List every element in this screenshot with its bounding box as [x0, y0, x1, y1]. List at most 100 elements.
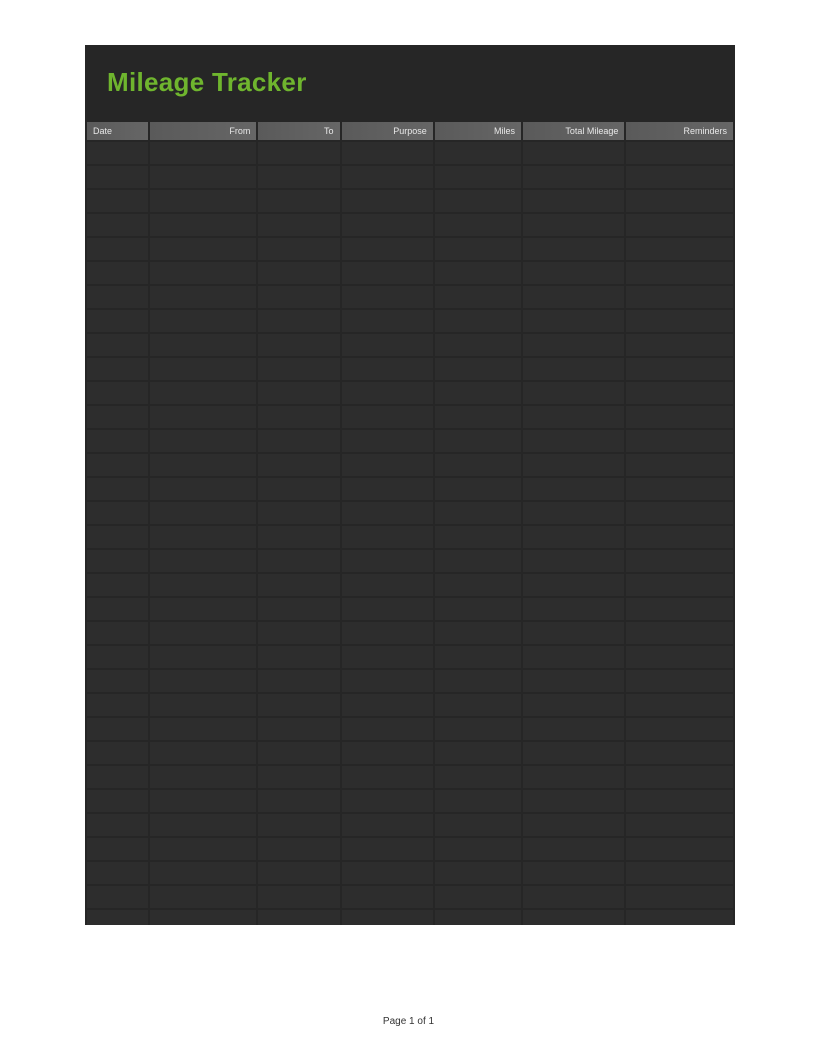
table-cell[interactable] — [342, 430, 433, 452]
table-cell[interactable] — [87, 310, 148, 332]
table-cell[interactable] — [258, 286, 339, 308]
table-cell[interactable] — [435, 310, 521, 332]
table-cell[interactable] — [523, 358, 624, 380]
table-cell[interactable] — [626, 382, 733, 404]
table-cell[interactable] — [150, 838, 257, 860]
table-cell[interactable] — [435, 334, 521, 356]
table-cell[interactable] — [258, 886, 339, 908]
table-cell[interactable] — [523, 190, 624, 212]
table-cell[interactable] — [626, 238, 733, 260]
table-cell[interactable] — [435, 910, 521, 925]
table-cell[interactable] — [523, 814, 624, 836]
table-cell[interactable] — [258, 526, 339, 548]
table-cell[interactable] — [523, 670, 624, 692]
table-cell[interactable] — [435, 718, 521, 740]
table-cell[interactable] — [626, 646, 733, 668]
table-cell[interactable] — [626, 166, 733, 188]
table-cell[interactable] — [150, 646, 257, 668]
table-cell[interactable] — [435, 502, 521, 524]
table-cell[interactable] — [626, 742, 733, 764]
table-cell[interactable] — [523, 502, 624, 524]
table-cell[interactable] — [150, 286, 257, 308]
table-cell[interactable] — [523, 214, 624, 236]
table-cell[interactable] — [626, 718, 733, 740]
table-cell[interactable] — [435, 550, 521, 572]
table-cell[interactable] — [523, 646, 624, 668]
table-cell[interactable] — [626, 598, 733, 620]
table-cell[interactable] — [150, 142, 257, 164]
table-cell[interactable] — [87, 910, 148, 925]
table-cell[interactable] — [523, 262, 624, 284]
table-cell[interactable] — [87, 694, 148, 716]
table-cell[interactable] — [626, 334, 733, 356]
table-cell[interactable] — [342, 334, 433, 356]
table-cell[interactable] — [342, 382, 433, 404]
table-cell[interactable] — [87, 334, 148, 356]
table-cell[interactable] — [150, 574, 257, 596]
table-cell[interactable] — [342, 790, 433, 812]
table-cell[interactable] — [523, 550, 624, 572]
table-cell[interactable] — [435, 670, 521, 692]
table-cell[interactable] — [87, 598, 148, 620]
table-cell[interactable] — [435, 262, 521, 284]
table-cell[interactable] — [342, 742, 433, 764]
table-cell[interactable] — [626, 910, 733, 925]
table-cell[interactable] — [435, 382, 521, 404]
table-cell[interactable] — [342, 502, 433, 524]
table-cell[interactable] — [150, 382, 257, 404]
table-cell[interactable] — [258, 574, 339, 596]
table-cell[interactable] — [435, 142, 521, 164]
table-cell[interactable] — [258, 742, 339, 764]
table-cell[interactable] — [87, 214, 148, 236]
table-cell[interactable] — [626, 214, 733, 236]
table-cell[interactable] — [626, 790, 733, 812]
table-cell[interactable] — [150, 718, 257, 740]
table-cell[interactable] — [342, 454, 433, 476]
table-cell[interactable] — [523, 238, 624, 260]
table-cell[interactable] — [342, 286, 433, 308]
table-cell[interactable] — [258, 310, 339, 332]
table-cell[interactable] — [150, 598, 257, 620]
table-cell[interactable] — [87, 646, 148, 668]
table-cell[interactable] — [523, 886, 624, 908]
table-cell[interactable] — [258, 814, 339, 836]
table-cell[interactable] — [258, 766, 339, 788]
table-cell[interactable] — [87, 622, 148, 644]
table-cell[interactable] — [258, 406, 339, 428]
column-header-from[interactable]: From — [150, 122, 257, 140]
table-cell[interactable] — [626, 358, 733, 380]
table-cell[interactable] — [523, 142, 624, 164]
table-cell[interactable] — [258, 166, 339, 188]
table-cell[interactable] — [523, 310, 624, 332]
table-cell[interactable] — [435, 646, 521, 668]
table-cell[interactable] — [435, 430, 521, 452]
table-cell[interactable] — [87, 718, 148, 740]
table-cell[interactable] — [626, 670, 733, 692]
table-cell[interactable] — [150, 238, 257, 260]
table-cell[interactable] — [435, 838, 521, 860]
table-cell[interactable] — [87, 574, 148, 596]
table-cell[interactable] — [150, 886, 257, 908]
table-cell[interactable] — [150, 310, 257, 332]
table-cell[interactable] — [435, 622, 521, 644]
table-cell[interactable] — [150, 334, 257, 356]
table-cell[interactable] — [342, 622, 433, 644]
table-cell[interactable] — [150, 454, 257, 476]
table-cell[interactable] — [626, 526, 733, 548]
table-cell[interactable] — [258, 862, 339, 884]
table-cell[interactable] — [342, 358, 433, 380]
table-cell[interactable] — [626, 142, 733, 164]
table-cell[interactable] — [258, 502, 339, 524]
table-cell[interactable] — [626, 478, 733, 500]
table-cell[interactable] — [626, 838, 733, 860]
table-cell[interactable] — [342, 598, 433, 620]
table-cell[interactable] — [523, 430, 624, 452]
table-cell[interactable] — [342, 262, 433, 284]
table-cell[interactable] — [150, 430, 257, 452]
table-cell[interactable] — [150, 478, 257, 500]
table-cell[interactable] — [435, 694, 521, 716]
table-cell[interactable] — [435, 814, 521, 836]
table-cell[interactable] — [523, 382, 624, 404]
table-cell[interactable] — [523, 406, 624, 428]
table-cell[interactable] — [342, 838, 433, 860]
